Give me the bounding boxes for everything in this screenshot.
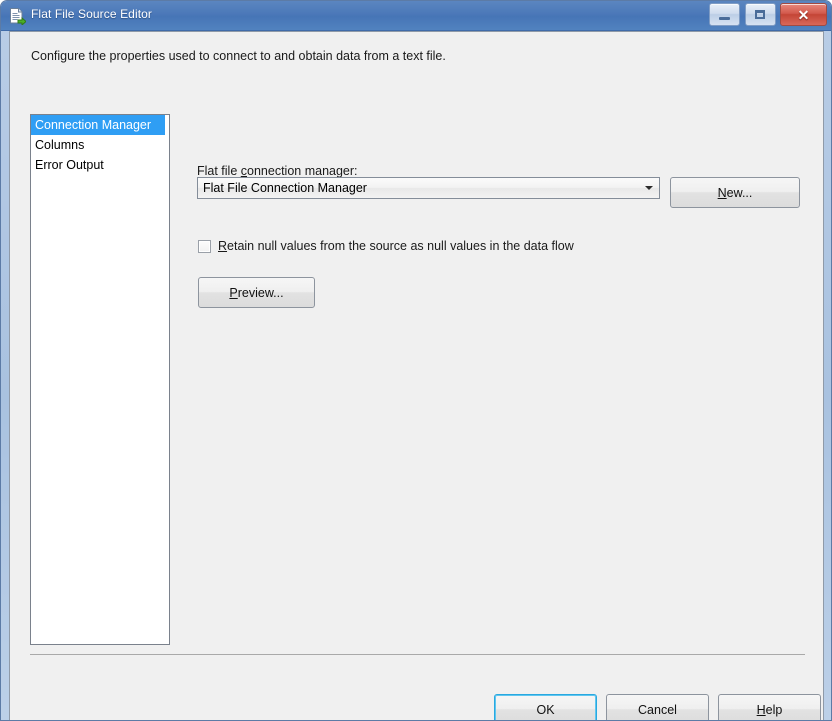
help-button[interactable]: Help bbox=[718, 694, 821, 720]
cancel-button[interactable]: Cancel bbox=[606, 694, 709, 720]
close-icon: ✕ bbox=[797, 6, 810, 23]
connection-manager-value: Flat File Connection Manager bbox=[203, 181, 367, 195]
retain-null-values-label: Retain null values from the source as nu… bbox=[218, 239, 574, 253]
title-bar[interactable]: Flat File Source Editor ✕ bbox=[1, 1, 831, 31]
nav-item-error-output[interactable]: Error Output bbox=[31, 155, 169, 175]
dialog-client-area: Configure the properties used to connect… bbox=[9, 31, 824, 720]
window-controls: ✕ bbox=[708, 3, 827, 26]
new-connection-button[interactable]: New... bbox=[670, 177, 800, 208]
page-navigation-list[interactable]: Connection Manager Columns Error Output bbox=[30, 114, 170, 645]
preview-button-accel: P bbox=[229, 285, 238, 300]
minimize-button[interactable] bbox=[709, 3, 741, 26]
minimize-icon bbox=[710, 4, 739, 25]
retain-null-values-text: etain null values from the source as nul… bbox=[227, 239, 574, 253]
new-button-label: ew... bbox=[726, 185, 753, 200]
maximize-icon bbox=[746, 4, 775, 25]
instruction-text: Configure the properties used to connect… bbox=[31, 49, 446, 63]
help-button-accel: H bbox=[756, 702, 766, 717]
connection-manager-combobox[interactable]: Flat File Connection Manager bbox=[197, 177, 660, 199]
preview-button-label: review... bbox=[237, 285, 284, 300]
close-button[interactable]: ✕ bbox=[780, 3, 827, 26]
retain-null-values-row[interactable]: Retain null values from the source as nu… bbox=[198, 236, 574, 256]
nav-item-columns[interactable]: Columns bbox=[31, 135, 169, 155]
maximize-button[interactable] bbox=[744, 3, 776, 26]
new-button-accel: N bbox=[717, 185, 727, 200]
connection-manager-label-post: onnection manager: bbox=[247, 164, 358, 178]
nav-item-connection-manager[interactable]: Connection Manager bbox=[31, 115, 165, 135]
retain-null-values-accel: R bbox=[218, 239, 228, 253]
flat-file-source-icon bbox=[8, 7, 27, 27]
window-title: Flat File Source Editor bbox=[31, 7, 153, 21]
dialog-window: Flat File Source Editor ✕ Configure the … bbox=[0, 0, 832, 721]
connection-manager-label: Flat file connection manager: bbox=[197, 164, 358, 178]
ok-button[interactable]: OK bbox=[494, 694, 597, 720]
help-button-label: elp bbox=[765, 702, 783, 717]
footer-divider bbox=[30, 654, 805, 655]
retain-null-values-checkbox[interactable] bbox=[198, 239, 211, 253]
chevron-down-icon[interactable] bbox=[640, 179, 658, 197]
connection-manager-label-pre: Flat file bbox=[197, 164, 241, 178]
preview-button[interactable]: Preview... bbox=[198, 277, 315, 308]
